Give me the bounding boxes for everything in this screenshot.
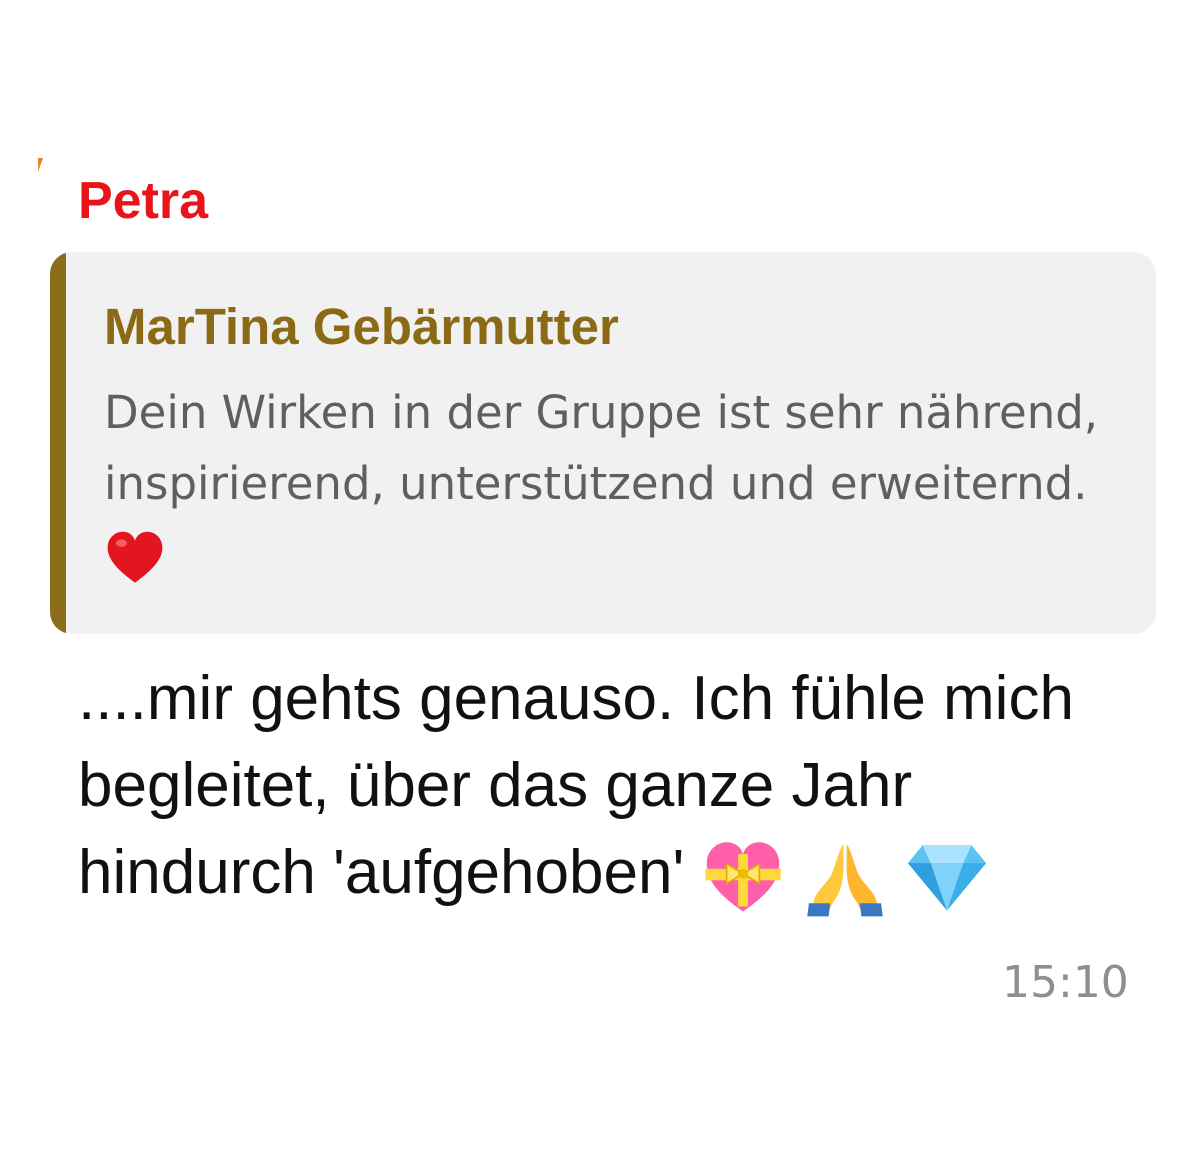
quote-accent-bar	[50, 252, 66, 634]
quoted-message[interactable]: MarTina Gebärmutter Dein Wirken in der G…	[50, 252, 1156, 634]
chat-screen: Petra MarTina Gebärmutter Dein Wirken in…	[0, 0, 1200, 1176]
red-heart-icon	[107, 531, 163, 583]
quote-body: Dein Wirken in der Gruppe ist sehr nähre…	[104, 377, 1114, 590]
sender-name[interactable]: Petra	[78, 170, 208, 232]
heart-with-ribbon-icon	[704, 841, 781, 912]
folded-hands-icon	[807, 843, 883, 916]
message-body: ....mir gehts genauso. Ich fühle mich be…	[78, 655, 1128, 918]
message-timestamp: 15:10	[1002, 957, 1129, 1008]
quote-text: Dein Wirken in der Gruppe ist sehr nähre…	[104, 386, 1099, 510]
gem-stone-icon	[907, 844, 987, 910]
quote-author: MarTina Gebärmutter	[104, 298, 619, 355]
